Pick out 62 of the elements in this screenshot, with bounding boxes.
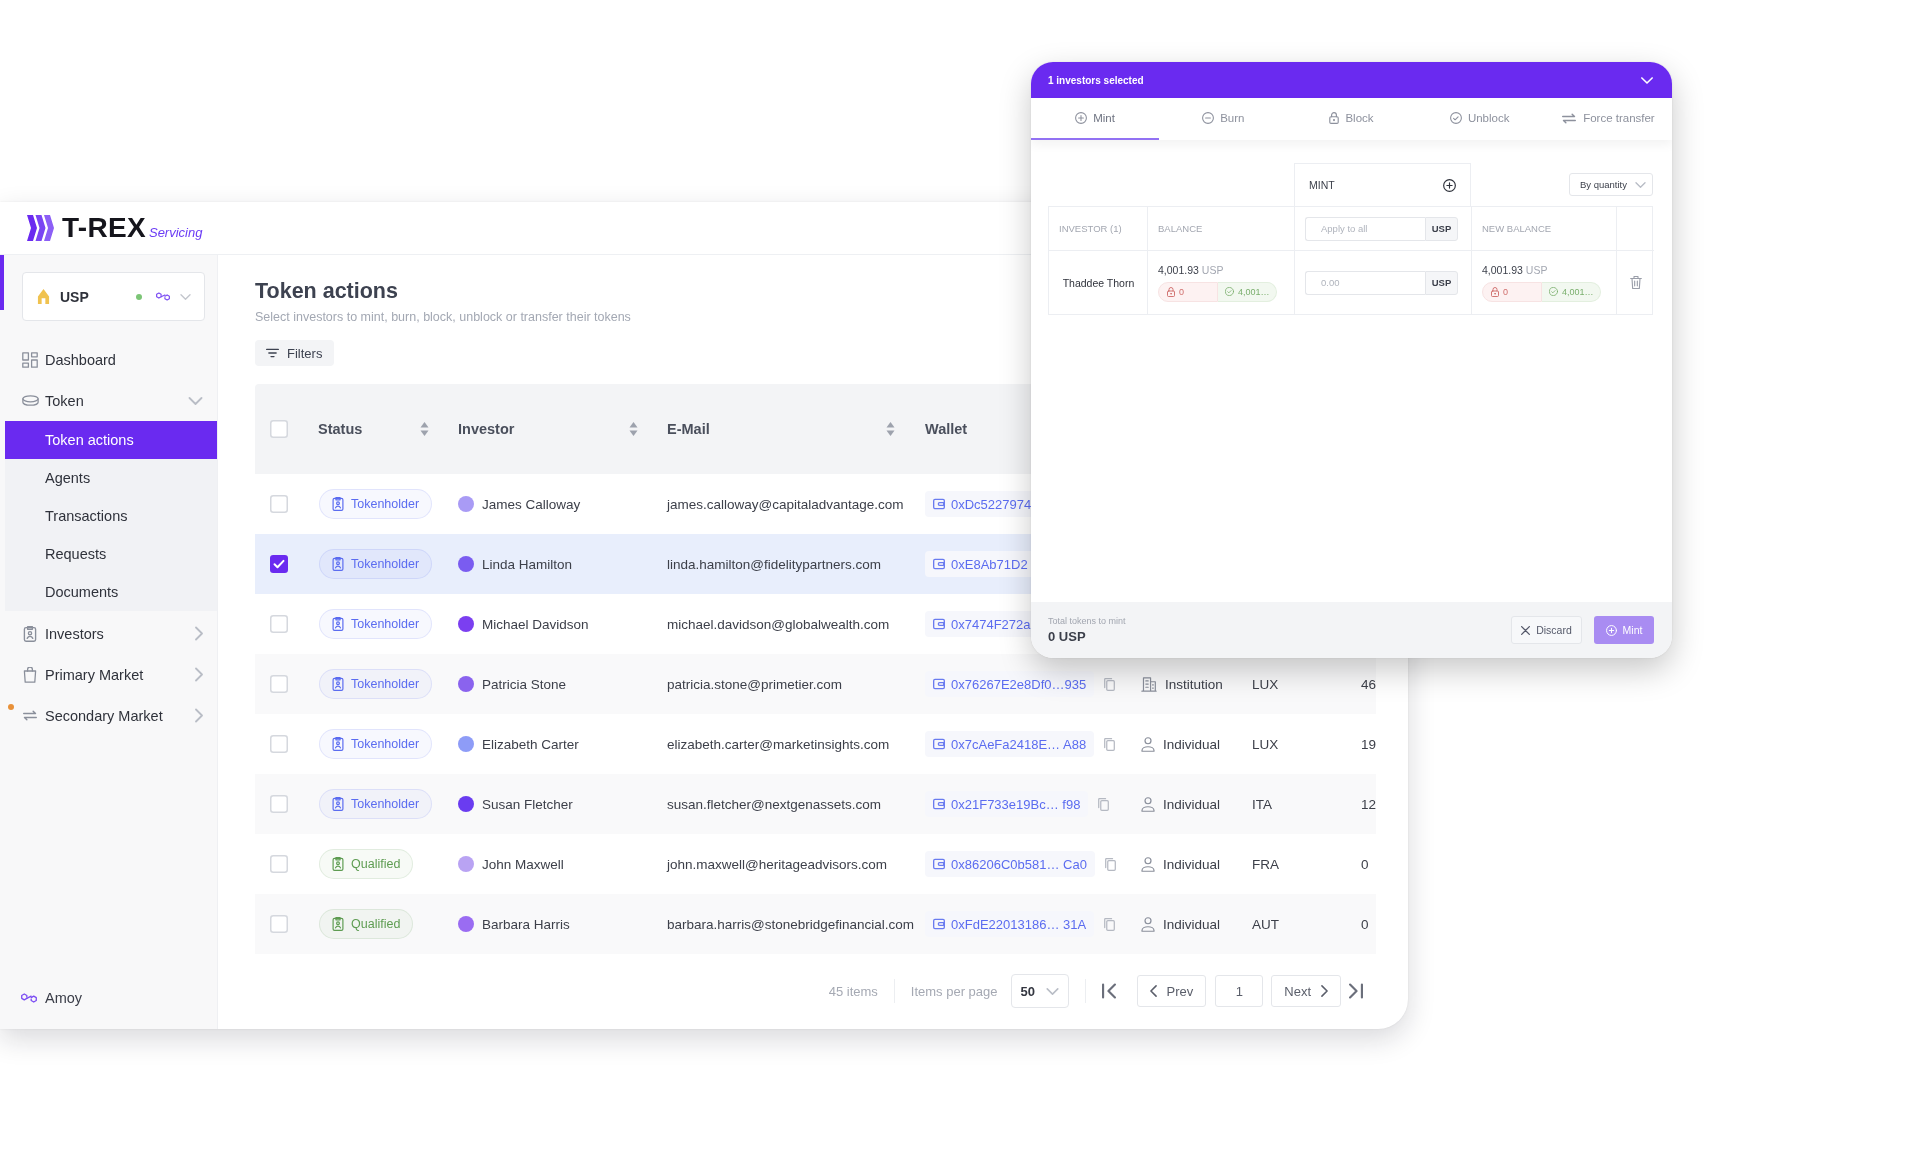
status-label: Tokenholder — [351, 497, 420, 511]
column-label: MINT — [1309, 179, 1335, 191]
numeric-value: 46 — [1361, 677, 1377, 692]
investor-type: Individual — [1163, 736, 1221, 752]
investor-type: Individual — [1163, 856, 1221, 872]
investor-email: linda.hamilton@fidelitypartners.com — [667, 557, 882, 572]
investor-type: Individual — [1163, 796, 1221, 812]
investor-name: Susan Fletcher — [482, 796, 573, 812]
investor-name: Patricia Stone — [482, 676, 567, 692]
numeric-value: 19 — [1361, 737, 1377, 752]
column-label: BALANCE — [1158, 223, 1203, 234]
investor-type: Institution — [1165, 676, 1223, 692]
unit-addon: USP — [1425, 270, 1458, 295]
investor-email: barbara.harris@stonebridgefinancial.com — [667, 917, 915, 932]
investor-email: james.calloway@capitaladvantage.com — [667, 497, 904, 512]
locked-amount: 0 — [1503, 286, 1508, 297]
investor-name: James Calloway — [482, 496, 581, 512]
balance-amount: 4,001.93 USP — [1158, 263, 1224, 276]
country-code: LUX — [1252, 737, 1279, 752]
per-page-label: Items per page — [910, 983, 998, 999]
status-label: Tokenholder — [351, 557, 420, 571]
total-label: Total tokens to mint — [1048, 616, 1126, 626]
investor-name: Elizabeth Carter — [482, 736, 579, 752]
page-subtitle: Select investors to mint, burn, block, unblock or transfer their tokens — [255, 309, 631, 325]
investor-email: elizabeth.carter@marketinsights.com — [667, 737, 890, 752]
unit-addon: USP — [1425, 216, 1458, 241]
investor-type: Individual — [1163, 916, 1221, 932]
page-title: Token actions — [255, 278, 398, 305]
available-amount: 4,001… — [1238, 286, 1270, 297]
status-label: Tokenholder — [351, 617, 420, 631]
investor-name: Linda Hamilton — [482, 556, 573, 572]
items-count: 45 items — [828, 983, 878, 999]
status-label: Qualified — [351, 857, 401, 871]
investor-email: michael.davidson@globalwealth.com — [667, 617, 890, 632]
country-code: FRA — [1252, 857, 1279, 872]
country-code: ITA — [1252, 797, 1272, 812]
total-amount: 0 USP — [1048, 629, 1087, 644]
numeric-value: 0 — [1361, 857, 1369, 872]
country-code: AUT — [1252, 917, 1279, 932]
column-label: NEW BALANCE — [1482, 223, 1552, 234]
country-code: LUX — [1252, 677, 1279, 692]
status-label: Qualified — [351, 917, 401, 931]
available-amount: 4,001… — [1562, 286, 1594, 297]
locked-amount: 0 — [1179, 286, 1184, 297]
status-label: Tokenholder — [351, 677, 420, 691]
investor-name: John Maxwell — [482, 856, 564, 872]
logo-tagline: Servicing — [148, 225, 203, 240]
investor-name: Michael Davidson — [482, 616, 589, 632]
column-header: Wallet — [924, 420, 969, 439]
column-label: INVESTOR (1) — [1059, 223, 1122, 234]
balance-amount: 4,001.93 USP — [1482, 263, 1548, 276]
status-label: Tokenholder — [351, 797, 420, 811]
numeric-value: 12 — [1361, 797, 1377, 812]
investor-email: john.maxwell@heritageadvisors.com — [667, 857, 888, 872]
status-label: Tokenholder — [351, 737, 420, 751]
investor-name: Barbara Harris — [482, 916, 570, 932]
investor-email: patricia.stone@primetier.com — [667, 677, 843, 692]
dialog-title: 1 investors selected — [1048, 74, 1144, 86]
numeric-value: 0 — [1361, 917, 1369, 932]
investor-name: Thaddee Thorn — [1062, 276, 1135, 289]
investor-email: susan.fletcher@nextgenassets.com — [667, 797, 882, 812]
logo-wordmark: T-REX — [62, 213, 146, 243]
